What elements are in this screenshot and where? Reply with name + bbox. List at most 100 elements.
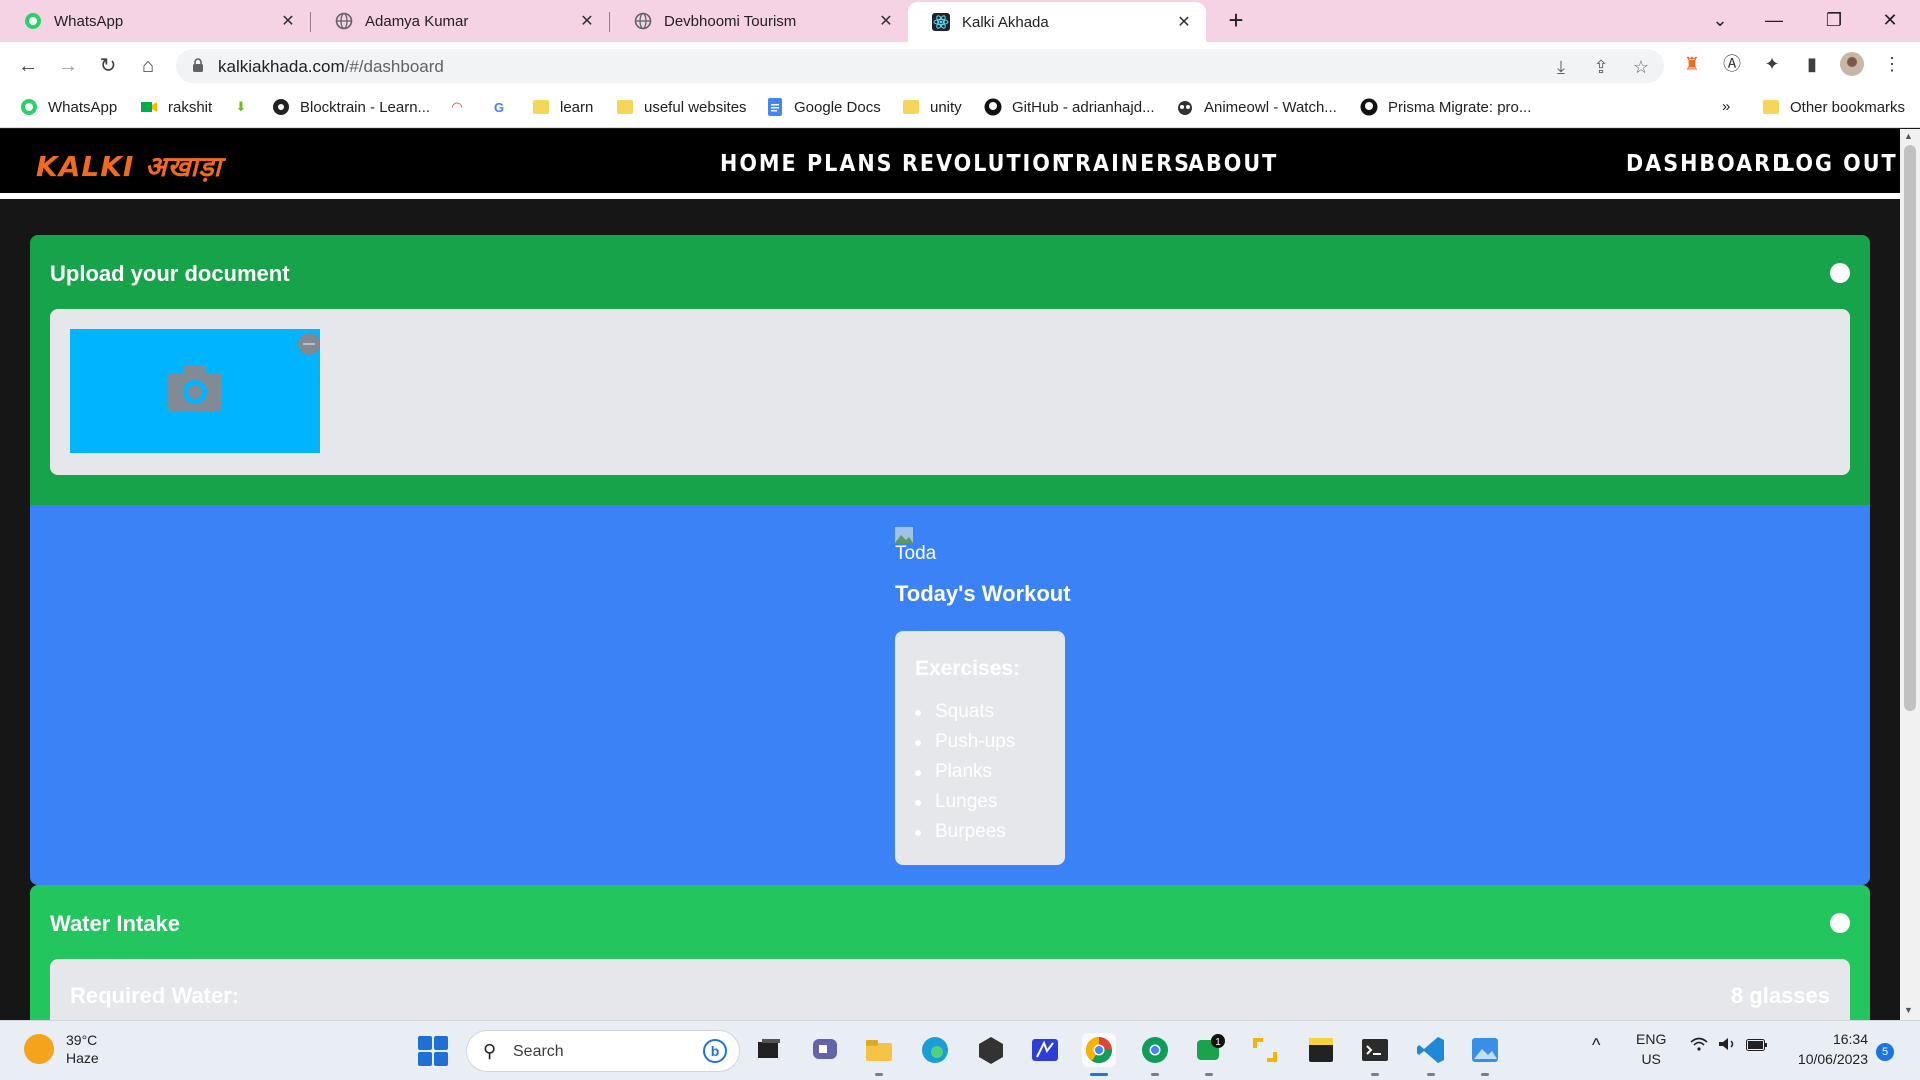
taskbar-search[interactable]: ⚲ Search b — [466, 1030, 740, 1072]
extension-a-icon[interactable]: Ⓐ — [1720, 52, 1744, 76]
nav-revolution[interactable]: REVOLUTION — [902, 151, 1071, 177]
nav-trainers[interactable]: TRAINERS — [1059, 151, 1191, 177]
nav-plans[interactable]: PLANS — [807, 151, 894, 177]
profile-avatar[interactable] — [1840, 52, 1864, 76]
notification-count-badge[interactable]: 5 — [1876, 1043, 1894, 1061]
bookmark-folder-unity[interactable]: unity — [902, 98, 962, 116]
tab-adamya-kumar[interactable]: Adamya Kumar ✕ — [311, 2, 609, 40]
remove-photo-icon[interactable] — [298, 333, 320, 355]
exercise-item: Push-ups — [915, 727, 1015, 757]
back-icon[interactable]: ← — [14, 52, 42, 80]
bookmark-rakshit[interactable]: rakshit — [140, 98, 212, 116]
site-logo[interactable]: KALKI अखाड़ा — [36, 147, 222, 185]
scroll-down-icon[interactable]: ▼ — [1904, 1005, 1913, 1015]
sticky-notes-icon[interactable] — [1304, 1033, 1338, 1067]
nav-about[interactable]: ABOUT — [1188, 151, 1278, 177]
new-tab-button[interactable]: + — [1220, 6, 1252, 34]
unity-hub-icon[interactable] — [974, 1033, 1008, 1067]
system-clock[interactable]: 16:34 10/06/2023 — [1780, 1029, 1868, 1069]
edge-icon[interactable] — [918, 1033, 952, 1067]
bookmark-github-adrianhajd[interactable]: GitHub - adrianhajd... — [984, 98, 1155, 116]
volume-icon[interactable] — [1718, 1037, 1738, 1054]
side-panel-icon[interactable]: ▮ — [1800, 52, 1824, 76]
app-blue-icon[interactable] — [1028, 1033, 1062, 1067]
close-window-icon[interactable]: ✕ — [1870, 6, 1910, 34]
close-tab-icon[interactable]: ✕ — [575, 11, 599, 31]
bookmark-animeowl[interactable]: Animeowl - Watch... — [1176, 98, 1337, 116]
reload-icon[interactable]: ↻ — [94, 52, 122, 80]
close-tab-icon[interactable]: ✕ — [276, 11, 300, 31]
tab-whatsapp[interactable]: WhatsApp ✕ — [0, 2, 310, 40]
show-hidden-icons-chevron[interactable]: ^ — [1592, 1035, 1600, 1056]
more-bookmarks-button[interactable]: » — [1722, 98, 1730, 115]
card-toggle-dot[interactable] — [1830, 263, 1850, 283]
bookmark-blocktrain[interactable]: Blocktrain - Learn... — [272, 98, 430, 116]
bookmark-google-docs[interactable]: Google Docs — [766, 98, 881, 116]
bookmark-folder-useful-websites[interactable]: useful websites — [616, 98, 747, 116]
wifi-icon[interactable] — [1690, 1037, 1708, 1054]
nav-logout[interactable]: LOG OUT — [1781, 151, 1898, 177]
bookmark-download[interactable]: ⬇ — [232, 98, 260, 116]
close-tab-icon[interactable]: ✕ — [1172, 12, 1196, 32]
windows-taskbar: 39°C Haze ⚲ Search b 1 ^ ENG US 16:34 10… — [0, 1020, 1920, 1080]
exercises-heading: Exercises: — [915, 657, 1021, 680]
photos-icon[interactable] — [1468, 1033, 1502, 1076]
menu-kebab-icon[interactable]: ⋮ — [1880, 52, 1904, 76]
page-scrollbar[interactable]: ▲ ▼ — [1900, 129, 1920, 1020]
scrollbar-thumb[interactable] — [1904, 145, 1916, 711]
nav-home[interactable]: HOME — [720, 151, 798, 177]
restore-icon[interactable]: ❐ — [1814, 6, 1854, 34]
temperature: 39°C — [66, 1032, 98, 1048]
close-tab-icon[interactable]: ✕ — [874, 11, 898, 31]
google-icon: G — [493, 99, 505, 115]
chrome-profile-icon[interactable] — [1138, 1033, 1172, 1076]
bookmark-speedometer[interactable]: ◠ — [448, 98, 476, 116]
windows-start-icon[interactable] — [418, 1036, 448, 1066]
other-bookmarks-folder[interactable]: Other bookmarks — [1762, 98, 1905, 116]
terminal-icon[interactable] — [1358, 1033, 1392, 1076]
bookmark-whatsapp[interactable]: WhatsApp — [20, 98, 117, 116]
weather-widget[interactable]: 39°C Haze — [24, 1031, 99, 1067]
app-yellow-arrows-icon[interactable] — [1248, 1033, 1282, 1067]
home-icon[interactable]: ⌂ — [134, 52, 162, 80]
extension-brave-icon[interactable]: ♜ — [1680, 52, 1704, 76]
exercise-item: Lunges — [915, 787, 1015, 817]
teams-chat-icon[interactable] — [808, 1033, 842, 1067]
chat-badge: 1 — [1215, 1037, 1221, 1048]
photo-upload-box[interactable] — [70, 329, 320, 453]
bookmark-label: Animeowl - Watch... — [1204, 98, 1337, 116]
address-bar[interactable]: kalkiakhada.com/#/dashboard ⤓ ⇪ ☆ — [176, 49, 1664, 83]
share-icon[interactable]: ⇪ — [1590, 57, 1612, 77]
task-view-icon[interactable] — [752, 1033, 786, 1067]
tab-devbhoomi-tourism[interactable]: Devbhoomi Tourism ✕ — [610, 2, 908, 40]
language-indicator[interactable]: ENG US — [1636, 1029, 1666, 1069]
extensions-puzzle-icon[interactable]: ✦ — [1760, 52, 1784, 76]
water-intake-card: Water Intake Required Water: 8 glasses — [30, 885, 1870, 1020]
nav-dashboard[interactable]: DASHBOARD — [1626, 151, 1791, 177]
page-viewport: KALKI अखाड़ा HOME PLANS REVOLUTION TRAIN… — [0, 129, 1900, 1020]
forward-icon[interactable]: → — [54, 52, 82, 80]
card-toggle-dot[interactable] — [1830, 913, 1850, 933]
url-text[interactable]: kalkiakhada.com/#/dashboard — [218, 57, 444, 77]
file-explorer-icon[interactable] — [862, 1033, 896, 1076]
tab-title: Devbhoomi Tourism — [664, 12, 797, 30]
install-app-icon[interactable]: ⤓ — [1550, 57, 1572, 77]
bing-icon[interactable]: b — [703, 1039, 727, 1063]
bookmark-prisma-migrate[interactable]: Prisma Migrate: pro... — [1360, 98, 1531, 116]
bookmark-star-icon[interactable]: ☆ — [1630, 57, 1652, 77]
bookmark-google[interactable]: G — [490, 98, 518, 116]
bookmark-folder-learn[interactable]: learn — [532, 98, 593, 116]
tab-kalki-akhada[interactable]: Kalki Akhada ✕ — [908, 2, 1206, 42]
whatsapp-taskbar-icon[interactable]: 1 — [1192, 1033, 1226, 1076]
tab-search-chevron-icon[interactable]: ⌄ — [1700, 6, 1740, 34]
chrome-icon[interactable] — [1082, 1033, 1116, 1076]
bookmark-label: unity — [930, 98, 962, 116]
tab-title: Kalki Akhada — [962, 13, 1049, 31]
whatsapp-icon — [20, 98, 38, 116]
vscode-icon[interactable] — [1414, 1033, 1448, 1076]
battery-icon[interactable] — [1746, 1038, 1768, 1054]
scroll-up-icon[interactable]: ▲ — [1904, 131, 1913, 141]
exercises-box: Exercises: Squats Push-ups Planks Lunges… — [895, 631, 1065, 865]
sun-haze-icon — [24, 1034, 54, 1064]
minimize-icon[interactable]: — — [1754, 6, 1794, 34]
